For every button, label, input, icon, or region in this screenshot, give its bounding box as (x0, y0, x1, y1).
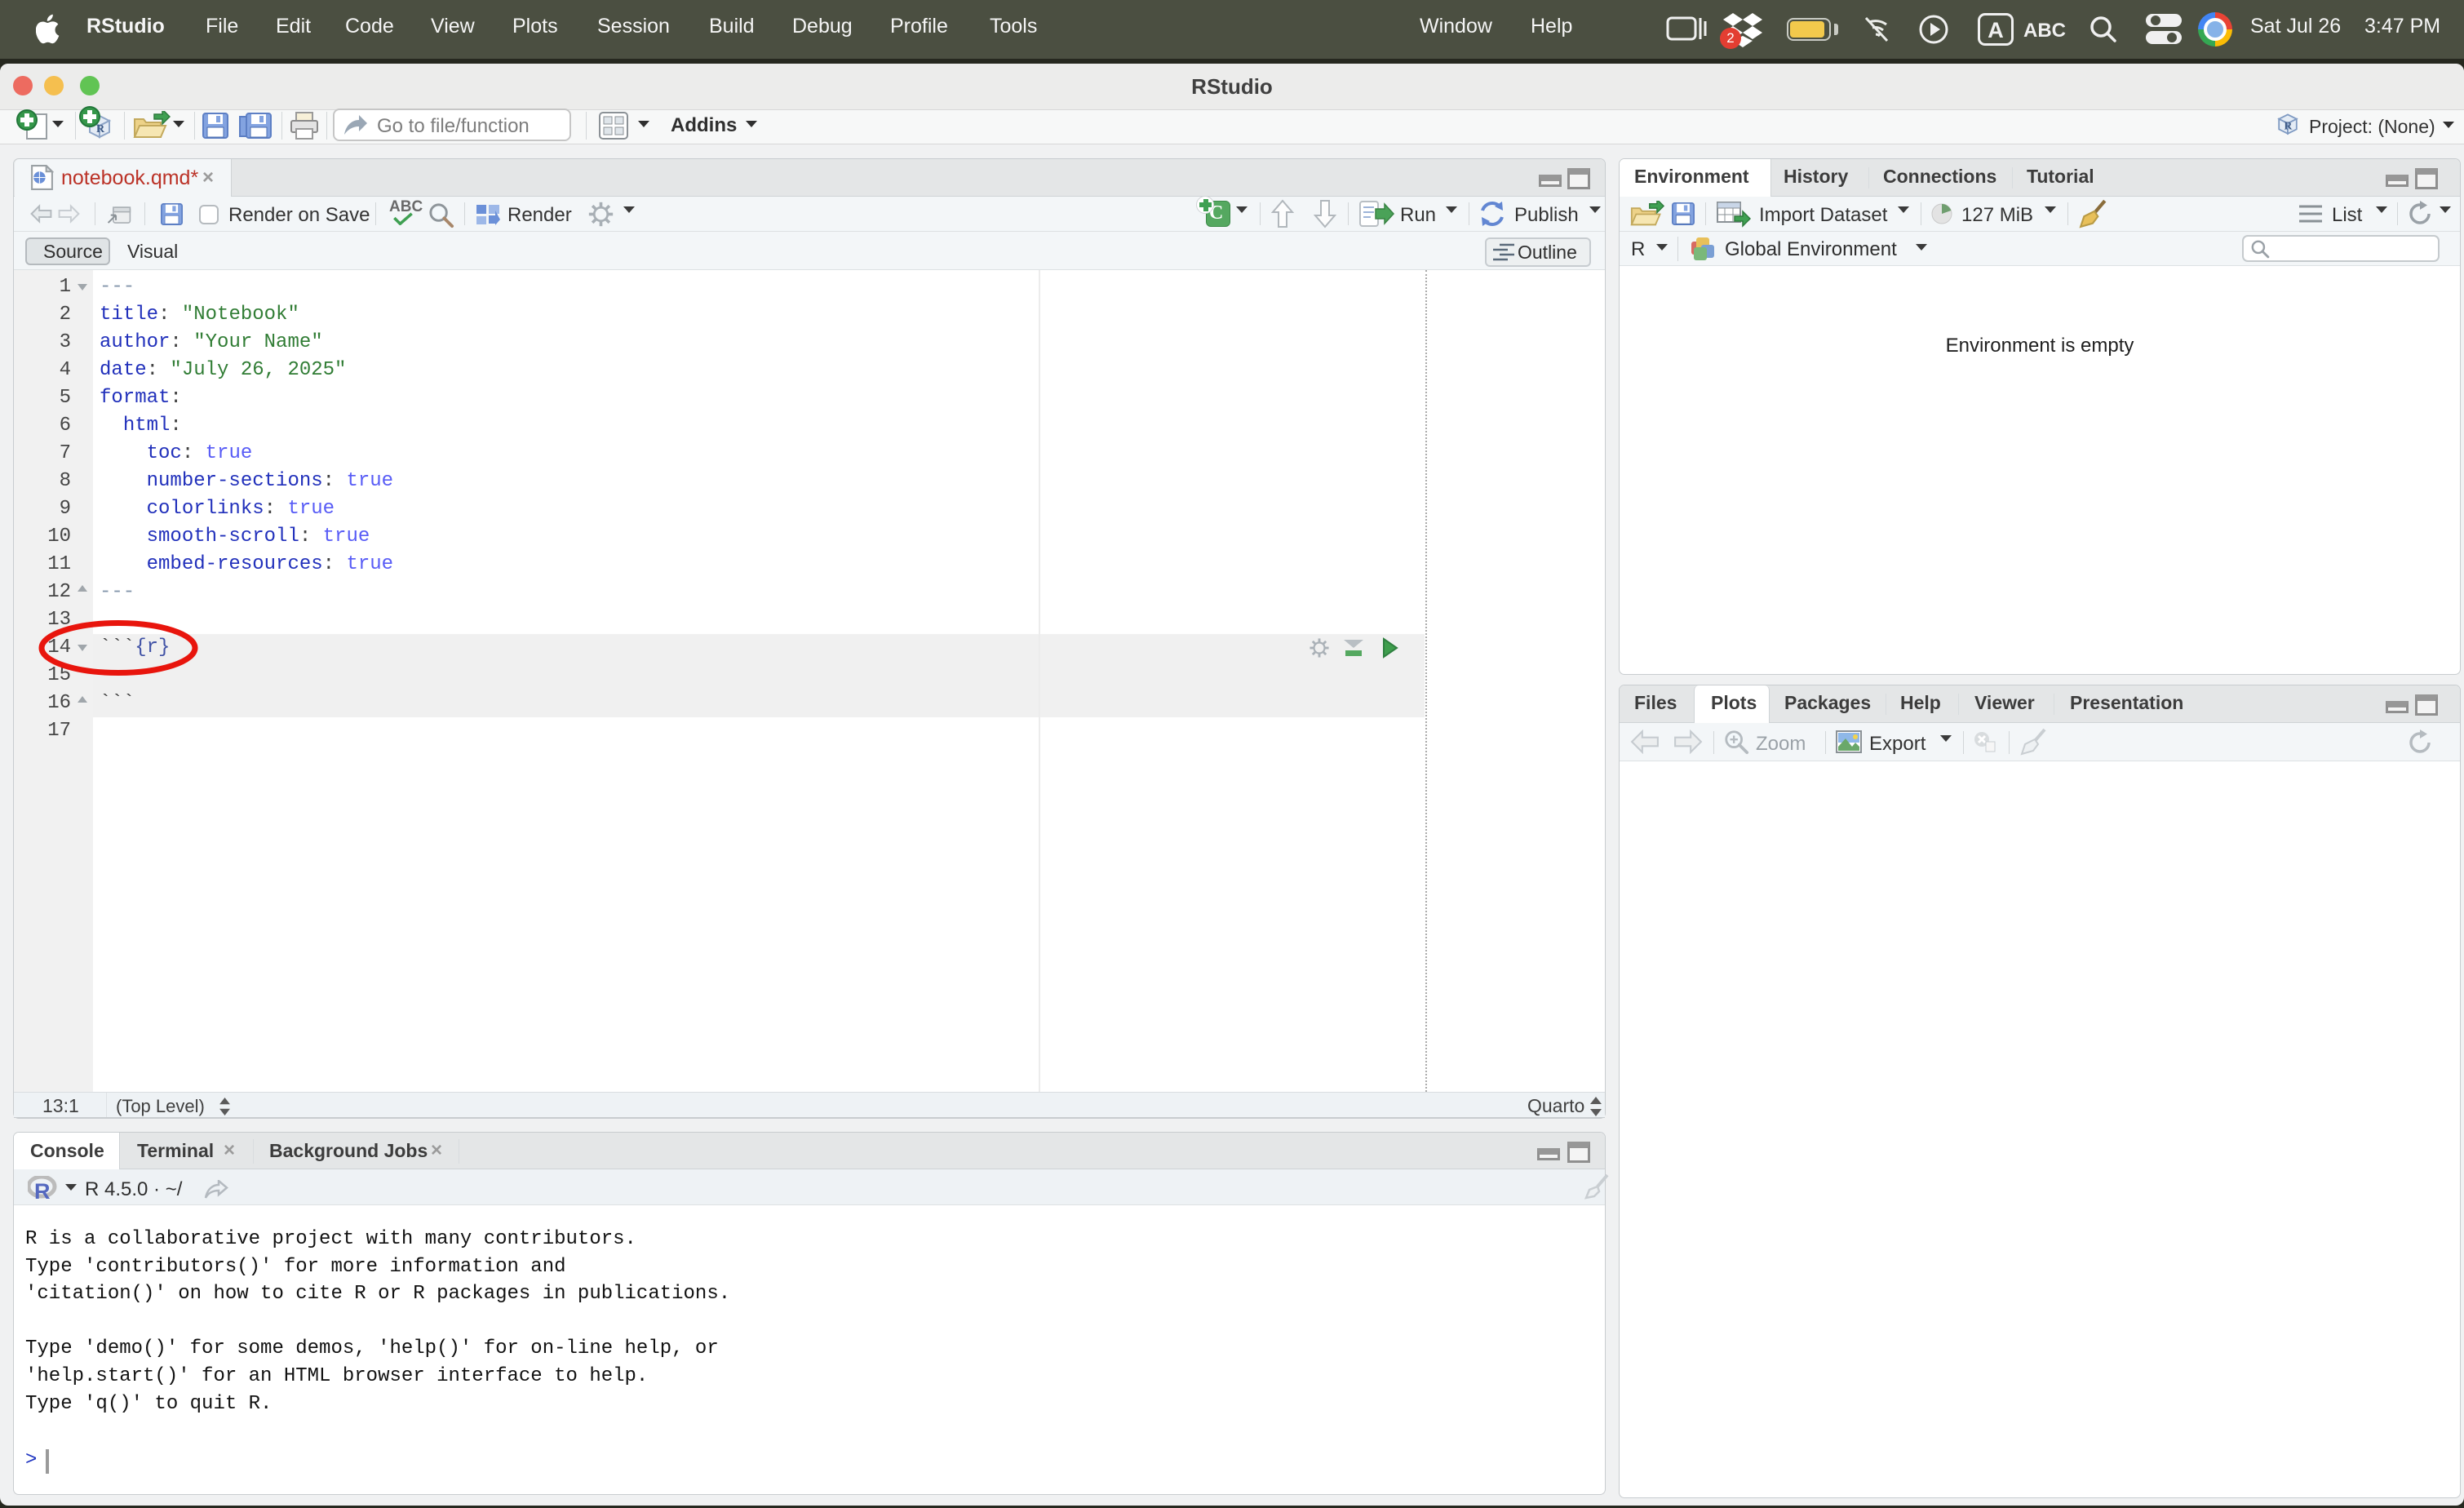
svg-text:R: R (96, 123, 105, 135)
svg-text:R: R (34, 1179, 51, 1200)
svg-text:R: R (2285, 119, 2293, 131)
